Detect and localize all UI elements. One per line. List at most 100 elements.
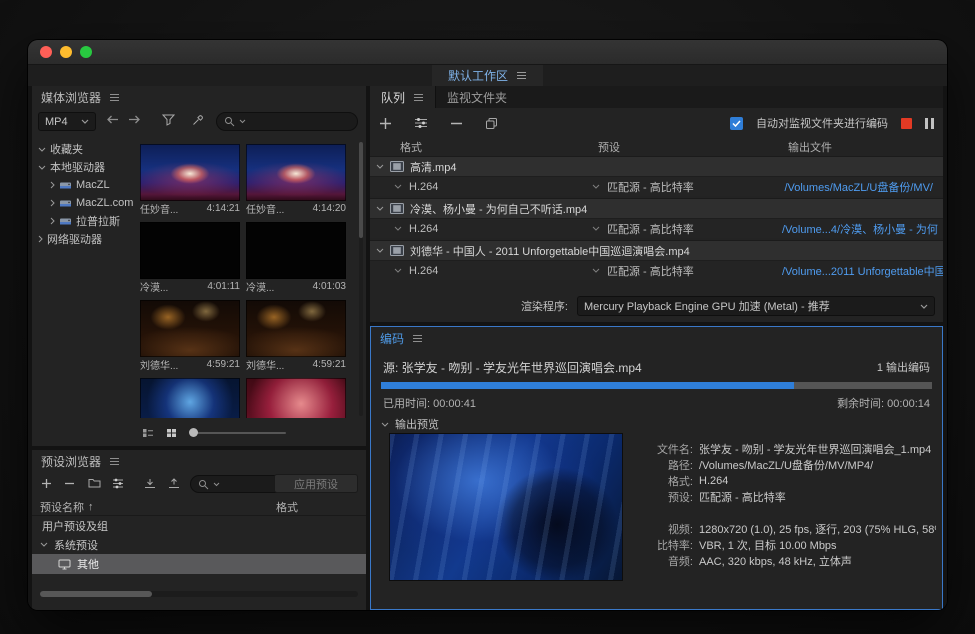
minimize-button[interactable] [60,46,72,58]
panel-menu-icon[interactable] [412,334,423,343]
workspace-menu-icon[interactable] [516,71,527,80]
preset-settings-icon[interactable] [112,478,124,489]
tree-item-drive-maczl[interactable]: MacZL [32,176,138,194]
chevron-down-icon[interactable] [394,268,402,273]
output-format-link[interactable]: H.264 [409,265,438,277]
chevron-down-icon[interactable] [213,482,220,487]
add-preset-icon[interactable] [41,478,52,489]
horizontal-scrollbar[interactable] [40,591,358,597]
list-view-icon[interactable] [142,428,154,438]
output-path-link[interactable]: /Volumes/MacZL/U盘备份/MV/ [784,182,933,194]
add-source-icon[interactable] [379,117,392,130]
stop-queue-button[interactable] [901,118,912,129]
tree-item-drive-maczl-com[interactable]: MacZL.com [32,194,138,212]
scrollbar-thumb[interactable] [40,591,152,597]
output-preset-link[interactable]: 匹配源 - 高比特率 [607,221,694,237]
back-button[interactable] [106,114,119,125]
apply-preset-button[interactable]: 应用预设 [274,474,358,493]
chevron-down-icon[interactable] [38,165,46,170]
chevron-down-icon[interactable] [38,147,46,152]
video-clip[interactable]: 任妙音... 4:14:20 [246,144,346,216]
tree-item-drive-laplace[interactable]: 拉普拉斯 [32,212,138,230]
panel-menu-icon[interactable] [109,93,120,102]
close-button[interactable] [40,46,52,58]
chevron-down-icon[interactable] [376,206,384,211]
preset-name-column[interactable]: 预设名称 ↑ [32,499,94,515]
chevron-down-icon[interactable] [592,184,600,189]
queue-source-row[interactable]: 高清.mp4 [370,156,943,176]
preset-row-user-presets[interactable]: 用户预设及组 [32,516,366,535]
ingest-settings-icon[interactable] [192,114,204,126]
import-preset-icon[interactable] [144,478,156,489]
chevron-down-icon[interactable] [592,226,600,231]
chevron-down-icon[interactable] [376,248,384,253]
filter-icon[interactable] [162,114,175,126]
tree-item-local-drives[interactable]: 本地驱动器 [32,158,138,176]
preset-format-column[interactable]: 格式 [276,499,298,515]
panel-menu-icon[interactable] [413,93,424,102]
add-output-icon[interactable] [414,117,428,129]
video-clip-partial[interactable] [140,378,240,418]
queue-source-row[interactable]: 冷漠、杨小曼 - 为何自己不听话.mp4 [370,198,943,218]
panel-menu-icon[interactable] [109,457,120,466]
renderer-dropdown[interactable]: Mercury Playback Engine GPU 加速 (Metal) -… [577,296,935,316]
output-preview-toggle[interactable]: 输出预览 [381,416,439,432]
chevron-down-icon[interactable] [239,119,246,124]
chevron-down-icon[interactable] [376,164,384,169]
chevron-right-icon[interactable] [50,217,55,225]
chevron-right-icon[interactable] [50,181,55,189]
video-clip[interactable]: 冷漠... 4:01:03 [246,222,346,294]
auto-encode-checkbox[interactable] [730,117,743,130]
duplicate-icon[interactable] [485,117,498,130]
thumbnail-zoom-slider[interactable] [190,432,286,434]
video-clip[interactable]: 任妙音... 4:14:21 [140,144,240,216]
window-titlebar[interactable] [28,40,947,65]
forward-button[interactable] [128,114,141,125]
tab-queue[interactable]: 队列 [370,86,435,108]
vertical-scrollbar[interactable] [359,142,363,416]
encoding-header: 编码 [371,327,942,349]
preset-row-system-presets[interactable]: 系统预设 [32,535,366,554]
chevron-down-icon[interactable] [381,422,389,427]
workspace-tab-default[interactable]: 默认工作区 [432,65,543,86]
clip-thumbnail [246,144,346,201]
format-filter-dropdown[interactable]: MP4 [38,112,96,131]
video-clip[interactable]: 冷漠... 4:01:11 [140,222,240,294]
output-path-link[interactable]: /Volume...2011 Unforgettable中国 [782,266,943,278]
chevron-down-icon[interactable] [394,226,402,231]
output-path-link[interactable]: /Volume...4/冷漠、杨小曼 - 为何 [782,224,938,236]
output-format-link[interactable]: H.264 [409,223,438,235]
queue-source-row[interactable]: 刘德华 - 中国人 - 2011 Unforgettable中国巡迴演唱会.mp… [370,240,943,260]
video-clip[interactable]: 刘德华... 4:59:21 [140,300,240,372]
chevron-down-icon[interactable] [394,184,402,189]
clip-thumbnail [140,144,240,201]
output-preset-link[interactable]: 匹配源 - 高比特率 [607,263,694,279]
pause-queue-button[interactable] [925,118,934,129]
queue-output-row[interactable]: H.264 匹配源 - 高比特率 /Volume...2011 Unforget… [370,260,943,280]
preset-row-other[interactable]: 其他 [32,554,366,574]
new-preset-group-icon[interactable] [88,478,101,488]
thumbnail-view-icon[interactable] [166,428,177,438]
chevron-right-icon[interactable] [50,199,55,207]
encoding-panel: 编码 源: 张学友 - 吻别 - 学友光年世界巡回演唱会.mp4 1 输出编码 … [370,326,943,610]
export-preset-icon[interactable] [168,478,180,489]
video-clip[interactable]: 刘德华... 4:59:21 [246,300,346,372]
chevron-down-icon[interactable] [40,542,48,547]
chevron-down-icon[interactable] [592,268,600,273]
chevron-right-icon[interactable] [38,235,43,243]
tab-watch-folders[interactable]: 监视文件夹 [435,86,518,108]
tree-item-network-drives[interactable]: 网络驱动器 [32,230,138,248]
queue-output-row[interactable]: H.264 匹配源 - 高比特率 /Volumes/MacZL/U盘备份/MV/ [370,176,943,196]
tree-item-favorites[interactable]: 收藏夹 [32,140,138,158]
video-clip-partial[interactable] [246,378,346,418]
output-preset-link[interactable]: 匹配源 - 高比特率 [607,179,694,195]
queue-output-row[interactable]: H.264 匹配源 - 高比特率 /Volume...4/冷漠、杨小曼 - 为何 [370,218,943,238]
output-format-link[interactable]: H.264 [409,181,438,193]
media-search-box[interactable] [216,112,358,131]
slider-knob[interactable] [189,428,198,437]
remove-icon[interactable] [450,117,463,130]
zoom-button[interactable] [80,46,92,58]
scrollbar-thumb[interactable] [359,142,363,238]
media-search-input[interactable] [250,116,350,128]
remove-preset-icon[interactable] [64,478,75,489]
